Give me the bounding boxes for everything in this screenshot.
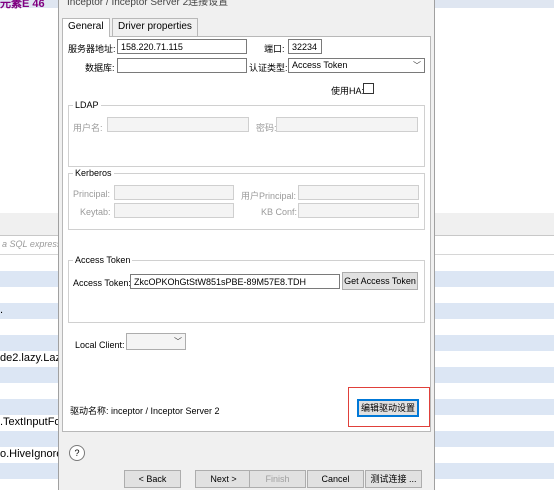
dialog-title: Inceptor / Inceptor Server 2连接设置 — [67, 0, 229, 8]
get-access-token-button[interactable]: Get Access Token — [342, 272, 418, 290]
ha-label: 使用HA: — [331, 86, 365, 96]
auth-type-select[interactable]: Access Token ﹀ — [288, 58, 425, 73]
table-row-text: . — [0, 304, 4, 316]
finish-button-label: Finish — [265, 474, 290, 484]
kerberos-kb-conf-label: KB Conf: — [261, 207, 298, 217]
kerberos-principal-input[interactable] — [114, 185, 234, 200]
tab-driver-properties[interactable]: Driver properties — [112, 18, 198, 36]
local-client-label: Local Client: — [75, 340, 125, 350]
test-connection-label: 测试连接 ... — [370, 474, 417, 484]
local-client-select[interactable]: ﹀ — [126, 333, 186, 350]
ldap-password-input[interactable] — [276, 117, 418, 132]
access-token-label: Access Token: — [73, 278, 131, 288]
table-row-text: de2.lazy.Lazy — [0, 352, 67, 364]
database-label: 数据库: — [85, 63, 115, 73]
highlight-annotation-box — [348, 387, 430, 427]
ldap-legend: LDAP — [75, 100, 99, 110]
ldap-password-label: 密码: — [256, 123, 277, 133]
port-input[interactable]: 32234 — [288, 39, 322, 54]
ldap-group: LDAP — [68, 100, 425, 167]
kerberos-user-principal-input[interactable] — [298, 185, 419, 200]
next-button-label: Next > — [210, 474, 237, 484]
cancel-button[interactable]: Cancel — [307, 470, 364, 488]
kerberos-kb-conf-input[interactable] — [298, 203, 419, 218]
table-row-text: o.HiveIgnore — [0, 448, 63, 460]
table-row-text: .TextInputFo — [0, 416, 61, 428]
tab-general[interactable]: General — [62, 18, 110, 37]
kerberos-legend: Kerberos — [75, 168, 112, 178]
port-label: 端口: — [264, 44, 285, 54]
host-input[interactable]: 158.220.71.115 — [117, 39, 247, 54]
ldap-user-input[interactable] — [107, 117, 249, 132]
ldap-user-label: 用户名: — [73, 123, 103, 133]
back-button[interactable]: < Back — [124, 470, 181, 488]
background-title-text: 元素E 46 — [0, 0, 45, 10]
sql-filter-placeholder: a SQL express — [2, 239, 62, 249]
auth-type-label: 认证类型: — [249, 63, 288, 73]
host-label: 服务器地址: — [68, 44, 116, 54]
database-input[interactable] — [117, 58, 247, 73]
general-tab-panel: 服务器地址: 158.220.71.115 端口: 32234 数据库: 认证类… — [62, 36, 431, 432]
help-icon[interactable]: ? — [69, 445, 85, 461]
kerberos-user-principal-label: 用户Principal: — [241, 191, 297, 201]
chevron-down-icon: ﹀ — [413, 61, 421, 70]
back-button-label: < Back — [138, 474, 167, 484]
ha-checkbox[interactable] — [363, 83, 374, 94]
access-token-input[interactable]: ZkcOPKOhGtStW851sPBE-89M57E8.TDH — [130, 274, 340, 289]
cancel-button-label: Cancel — [321, 474, 350, 484]
kerberos-principal-label: Principal: — [73, 189, 111, 199]
auth-type-value: Access Token — [292, 60, 348, 70]
test-connection-button[interactable]: 测试连接 ... — [365, 470, 422, 488]
driver-name-label: 驱动名称: inceptor / Inceptor Server 2 — [70, 406, 220, 416]
chevron-down-icon: ﹀ — [174, 337, 182, 346]
access-token-legend: Access Token — [75, 255, 131, 265]
kerberos-keytab-label: Keytab: — [80, 207, 111, 217]
finish-button[interactable]: Finish — [249, 470, 306, 488]
next-button[interactable]: Next > — [195, 470, 252, 488]
kerberos-keytab-input[interactable] — [114, 203, 234, 218]
